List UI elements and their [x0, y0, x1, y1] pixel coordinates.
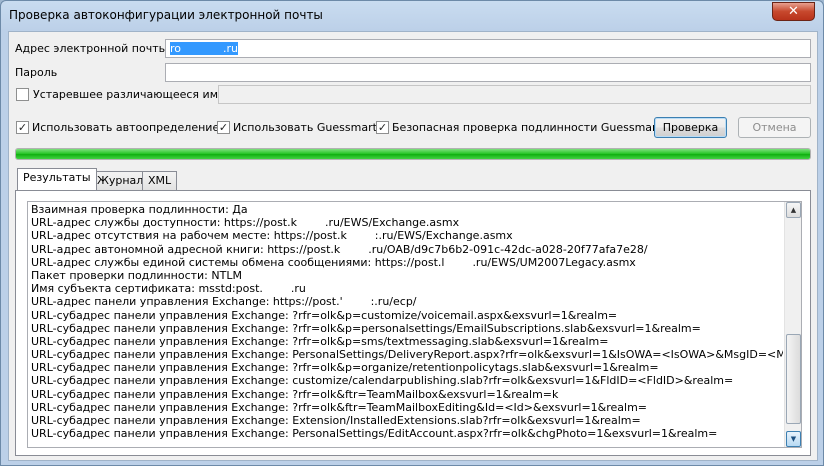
email-value-start: ro	[170, 42, 182, 55]
result-line: URL-субадрес панели управления Exchange:…	[31, 374, 734, 388]
result-line: URL-субадрес панели управления Exchange:…	[31, 400, 648, 414]
result-line: URL-субадрес панели управления Exchange:…	[31, 321, 701, 335]
result-line: URL-субадрес панели управления Exchange:…	[31, 387, 559, 401]
result-line: URL-субадрес панели управления Exchange:…	[31, 361, 659, 375]
autoconfig-dialog: Проверка автоконфигурации электронной по…	[0, 0, 824, 466]
use-autodiscover-label: Использовать автоопределение	[32, 121, 220, 134]
scroll-down-icon[interactable]: ▼	[786, 431, 801, 447]
email-field[interactable]: ro .ru	[165, 39, 811, 58]
result-line: Взаимная проверка подлинности: Да	[31, 203, 248, 216]
check-icon: ✓	[218, 121, 229, 134]
test-button[interactable]: Проверка	[654, 117, 727, 138]
legacy-dn-field[interactable]	[218, 85, 811, 104]
title-bar[interactable]: Проверка автоконфигурации электронной по…	[1, 1, 823, 31]
legacy-dn-checkbox[interactable]	[16, 88, 29, 101]
tab-results[interactable]: Результаты	[17, 168, 97, 190]
use-guessmart-checkbox[interactable]: ✓	[217, 121, 230, 134]
password-field[interactable]	[165, 63, 811, 82]
window-title: Проверка автоконфигурации электронной по…	[9, 8, 323, 22]
result-line: URL-субадрес панели управления Exchange:…	[31, 308, 618, 322]
result-line: URL-адрес панели управления Exchange: ht…	[31, 295, 417, 309]
secure-guessmart-checkbox[interactable]: ✓	[376, 121, 389, 134]
result-line: URL-субадрес панели управления Exchange:…	[31, 414, 641, 427]
close-icon: ✕	[788, 4, 799, 19]
result-line: URL-адрес отсутствия на рабочем месте: h…	[31, 229, 513, 243]
legacy-dn-label: Устаревшее различающееся имя	[33, 88, 225, 101]
dialog-body: Адрес электронной почты ro .ru Пароль Ус…	[8, 31, 818, 461]
results-textbox[interactable]: Взаимная проверка подлинности: Да URL-адр…	[27, 201, 802, 448]
tab-xml[interactable]: XML	[142, 171, 178, 191]
email-label: Адрес электронной почты	[15, 42, 168, 55]
secure-guessmart-label: Безопасная проверка подлинности Guessmar…	[392, 121, 661, 134]
result-line: URL-адрес службы доступности: https://po…	[31, 216, 460, 230]
close-button[interactable]: ✕	[772, 2, 815, 21]
result-line: URL-субадрес панели управления Exchange:…	[31, 427, 718, 441]
result-line: URL-субадрес панели управления Exchange:…	[31, 348, 783, 362]
result-line: URL-адрес службы единой системы обмена с…	[31, 255, 636, 269]
result-line: Пакет проверки подлинности: NTLM	[31, 268, 242, 282]
result-line: Имя субъекта сертификата: msstd:post. .r…	[31, 282, 306, 296]
result-line: URL-адрес автономной адресной книги: htt…	[31, 242, 648, 256]
tab-log[interactable]: Журнал	[91, 171, 150, 191]
cancel-button[interactable]: Отмена	[738, 117, 811, 138]
result-line: URL-субадрес панели управления Exchange:…	[31, 334, 609, 348]
email-value-masked	[181, 42, 223, 55]
results-lines: Взаимная проверка подлинности: Да URL-адр…	[31, 203, 783, 440]
results-panel: Взаимная проверка подлинности: Да URL-адр…	[15, 190, 811, 456]
vertical-scrollbar[interactable]: ▲ ▼	[784, 202, 801, 447]
scroll-up-icon[interactable]: ▲	[786, 202, 801, 218]
use-guessmart-label: Использовать Guessmart	[233, 121, 377, 134]
use-autodiscover-checkbox[interactable]: ✓	[16, 121, 29, 134]
email-value-end: .ru	[222, 42, 238, 55]
progress-bar	[15, 148, 811, 160]
check-icon: ✓	[17, 121, 28, 134]
password-label: Пароль	[15, 66, 58, 79]
progress-fill	[16, 149, 810, 159]
check-icon: ✓	[377, 121, 388, 134]
scrollbar-thumb[interactable]	[786, 334, 801, 424]
